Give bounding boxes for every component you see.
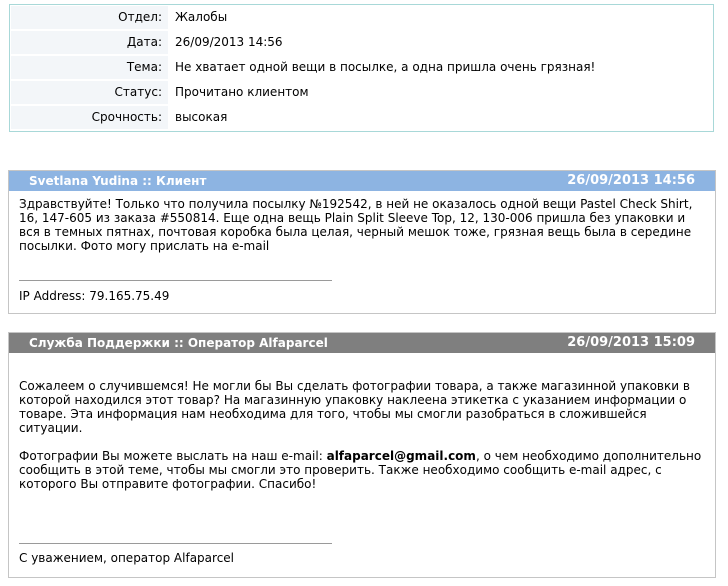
support-email: alfaparcel@gmail.com — [326, 449, 476, 463]
message-author: Служба Поддержки :: Оператор Alfaparcel — [29, 336, 328, 350]
subject-label: Тема: — [11, 56, 168, 79]
ticket-subject-row: Тема: Не хватает одной вещи в посылке, а… — [11, 56, 712, 81]
date-value: 26/09/2013 14:56 — [175, 35, 283, 49]
department-label: Отдел: — [11, 6, 168, 29]
ticket-date-row: Дата: 26/09/2013 14:56 — [11, 31, 712, 56]
message-body: Сожалеем о случившемся! Не могли бы Вы с… — [19, 379, 709, 491]
ticket-status-row: Статус: Прочитано клиентом — [11, 81, 712, 106]
client-message: Svetlana Yudina :: Клиент 26/09/2013 14:… — [8, 170, 716, 314]
message-paragraph: Фотографии Вы можете выслать на наш e-ma… — [19, 449, 709, 491]
department-value: Жалобы — [175, 10, 228, 24]
ip-address: IP Address: 79.165.75.49 — [19, 289, 170, 303]
client-message-header: Svetlana Yudina :: Клиент 26/09/2013 14:… — [9, 171, 715, 191]
staff-message-header: Служба Поддержки :: Оператор Alfaparcel … — [9, 333, 715, 353]
status-value: Прочитано клиентом — [175, 85, 309, 99]
signature-divider — [19, 280, 332, 281]
message-body: Здравствуйте! Только что получила посылк… — [19, 197, 693, 253]
message-date: 26/09/2013 15:09 — [567, 335, 695, 350]
operator-signature: С уважением, оператор Alfaparcel — [19, 551, 235, 565]
status-label: Статус: — [11, 81, 168, 104]
signature-divider — [19, 543, 332, 544]
date-label: Дата: — [11, 31, 168, 54]
staff-message: Служба Поддержки :: Оператор Alfaparcel … — [8, 332, 716, 578]
subject-value: Не хватает одной вещи в посылке, а одна … — [175, 60, 596, 74]
urgency-value: высокая — [175, 110, 228, 124]
message-paragraph: Сожалеем о случившемся! Не могли бы Вы с… — [19, 379, 690, 435]
message-date: 26/09/2013 14:56 — [567, 173, 695, 188]
ticket-info-panel: Отдел: Жалобы Дата: 26/09/2013 14:56 Тем… — [9, 4, 714, 132]
urgency-label: Срочность: — [11, 106, 168, 129]
message-author: Svetlana Yudina :: Клиент — [29, 174, 207, 188]
paragraph-text: Фотографии Вы можете выслать на наш e-ma… — [19, 449, 327, 463]
ticket-department-row: Отдел: Жалобы — [11, 6, 712, 31]
ticket-urgency-row: Срочность: высокая — [11, 106, 712, 131]
